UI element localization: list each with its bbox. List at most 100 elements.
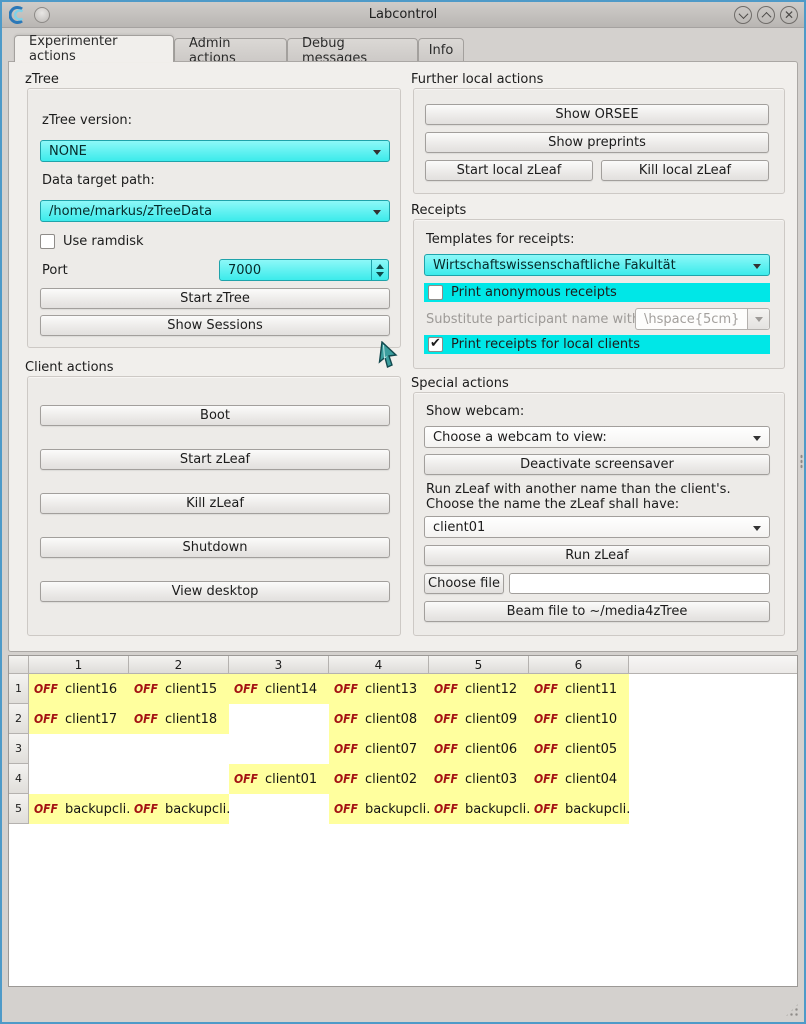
empty-cell[interactable] (29, 764, 129, 794)
zleaf-name-select[interactable]: client01 (424, 516, 770, 538)
close-button[interactable]: ✕ (780, 6, 798, 24)
client-cell[interactable]: OFFclient03 (429, 764, 529, 794)
show-sessions-button[interactable]: Show Sessions (40, 315, 390, 336)
client-name: client10 (565, 712, 617, 727)
row-header[interactable]: 1 (9, 674, 29, 704)
spinbox-arrows[interactable] (371, 260, 388, 280)
shutdown-button[interactable]: Shutdown (40, 537, 390, 558)
client-cell[interactable]: OFFclient04 (529, 764, 629, 794)
column-header[interactable]: 4 (329, 656, 429, 674)
use-ramdisk-checkbox[interactable] (40, 234, 55, 249)
use-ramdisk-checkbox-row[interactable]: Use ramdisk (40, 234, 144, 249)
receipt-template-value: Wirtschaftswissenschaftliche Fakultät (433, 258, 676, 273)
client-name: backupcli... (365, 802, 429, 817)
column-header[interactable]: 5 (429, 656, 529, 674)
show-orsee-button[interactable]: Show ORSEE (425, 104, 769, 125)
client-cell[interactable]: OFFclient15 (129, 674, 229, 704)
client-name: client11 (565, 682, 617, 697)
spin-down-icon[interactable] (376, 272, 384, 277)
kill-local-zleaf-button[interactable]: Kill local zLeaf (601, 160, 769, 181)
client-cell[interactable]: OFFbackupcli... (29, 794, 129, 824)
column-headers: 123456 (9, 656, 797, 674)
client-cell[interactable]: OFFclient05 (529, 734, 629, 764)
client-cell[interactable]: OFFbackupcli... (529, 794, 629, 824)
status-off-badge: OFF (134, 682, 158, 696)
maximize-button[interactable] (757, 6, 775, 24)
tab-debug-messages[interactable]: Debug messages (287, 38, 418, 62)
client-cell[interactable]: OFFclient17 (29, 704, 129, 734)
spin-up-icon[interactable] (376, 264, 384, 269)
empty-cell[interactable] (129, 764, 229, 794)
client-cell[interactable]: OFFclient16 (29, 674, 129, 704)
client-name: client06 (465, 742, 517, 757)
client-cell[interactable]: OFFclient02 (329, 764, 429, 794)
empty-cell[interactable] (229, 704, 329, 734)
print-local-row[interactable]: Print receipts for local clients (424, 335, 770, 354)
client-name: client08 (365, 712, 417, 727)
client-cell[interactable]: OFFclient06 (429, 734, 529, 764)
dropdown-arrow-icon (753, 436, 761, 441)
show-preprints-button[interactable]: Show preprints (425, 132, 769, 153)
port-spinbox[interactable]: 7000 (219, 259, 389, 281)
client-cell[interactable]: OFFclient12 (429, 674, 529, 704)
column-header[interactable]: 3 (229, 656, 329, 674)
client-cell[interactable]: OFFbackupcli... (329, 794, 429, 824)
boot-button[interactable]: Boot (40, 405, 390, 426)
resize-grip-icon[interactable] (784, 1002, 800, 1018)
beam-file-button[interactable]: Beam file to ~/media4zTree (424, 601, 770, 622)
tab-admin-actions[interactable]: Admin actions (174, 38, 287, 62)
status-off-badge: OFF (334, 742, 358, 756)
window-side-grip[interactable] (800, 454, 803, 470)
client-cell[interactable]: OFFclient14 (229, 674, 329, 704)
port-value: 7000 (228, 263, 261, 278)
client-cell[interactable]: OFFclient13 (329, 674, 429, 704)
table-corner[interactable] (9, 656, 29, 674)
row-header[interactable]: 5 (9, 794, 29, 824)
client-cell[interactable]: OFFclient18 (129, 704, 229, 734)
choose-file-button[interactable]: Choose file (424, 573, 504, 594)
client-cell[interactable]: OFFclient10 (529, 704, 629, 734)
start-ztree-button[interactable]: Start zTree (40, 288, 390, 309)
print-local-checkbox[interactable] (428, 337, 443, 352)
print-anonymous-row[interactable]: Print anonymous receipts (424, 283, 770, 302)
row-header[interactable]: 3 (9, 734, 29, 764)
kill-zleaf-button[interactable]: Kill zLeaf (40, 493, 390, 514)
receipt-template-select[interactable]: Wirtschaftswissenschaftliche Fakultät (424, 254, 770, 276)
data-target-path-select[interactable]: /home/markus/zTreeData (40, 200, 390, 222)
client-cell[interactable]: OFFclient07 (329, 734, 429, 764)
start-local-zleaf-button[interactable]: Start local zLeaf (425, 160, 593, 181)
title-bar[interactable]: Labcontrol ✕ (2, 2, 804, 28)
substitute-name-label: Substitute participant name with (426, 312, 640, 327)
column-header[interactable]: 1 (29, 656, 129, 674)
webcam-select[interactable]: Choose a webcam to view: (424, 426, 770, 448)
tab-experimenter-actions[interactable]: Experimenter actions (14, 35, 174, 62)
client-cell[interactable]: OFFbackupcli... (429, 794, 529, 824)
client-cell[interactable]: OFFclient11 (529, 674, 629, 704)
file-path-input[interactable] (509, 573, 770, 594)
minimize-button[interactable] (734, 6, 752, 24)
empty-cell[interactable] (229, 734, 329, 764)
client-name: backupcli... (465, 802, 529, 817)
deactivate-screensaver-button[interactable]: Deactivate screensaver (424, 454, 770, 475)
row-header[interactable]: 4 (9, 764, 29, 794)
empty-cell[interactable] (129, 734, 229, 764)
row-header[interactable]: 2 (9, 704, 29, 734)
client-name: client17 (65, 712, 117, 727)
empty-cell[interactable] (229, 794, 329, 824)
client-cell[interactable]: OFFclient01 (229, 764, 329, 794)
view-desktop-button[interactable]: View desktop (40, 581, 390, 602)
client-cell[interactable]: OFFclient09 (429, 704, 529, 734)
print-anonymous-checkbox[interactable] (428, 285, 443, 300)
client-cell[interactable]: OFFclient08 (329, 704, 429, 734)
column-header[interactable]: 2 (129, 656, 229, 674)
column-header[interactable]: 6 (529, 656, 629, 674)
mouse-cursor (378, 341, 400, 369)
tab-info[interactable]: Info (418, 38, 464, 62)
client-name: backupcli... (65, 802, 129, 817)
ztree-version-select[interactable]: NONE (40, 140, 390, 162)
start-zleaf-button[interactable]: Start zLeaf (40, 449, 390, 470)
empty-cell[interactable] (29, 734, 129, 764)
run-zleaf-button[interactable]: Run zLeaf (424, 545, 770, 566)
client-cell[interactable]: OFFbackupcli... (129, 794, 229, 824)
dropdown-arrow-icon (753, 526, 761, 531)
